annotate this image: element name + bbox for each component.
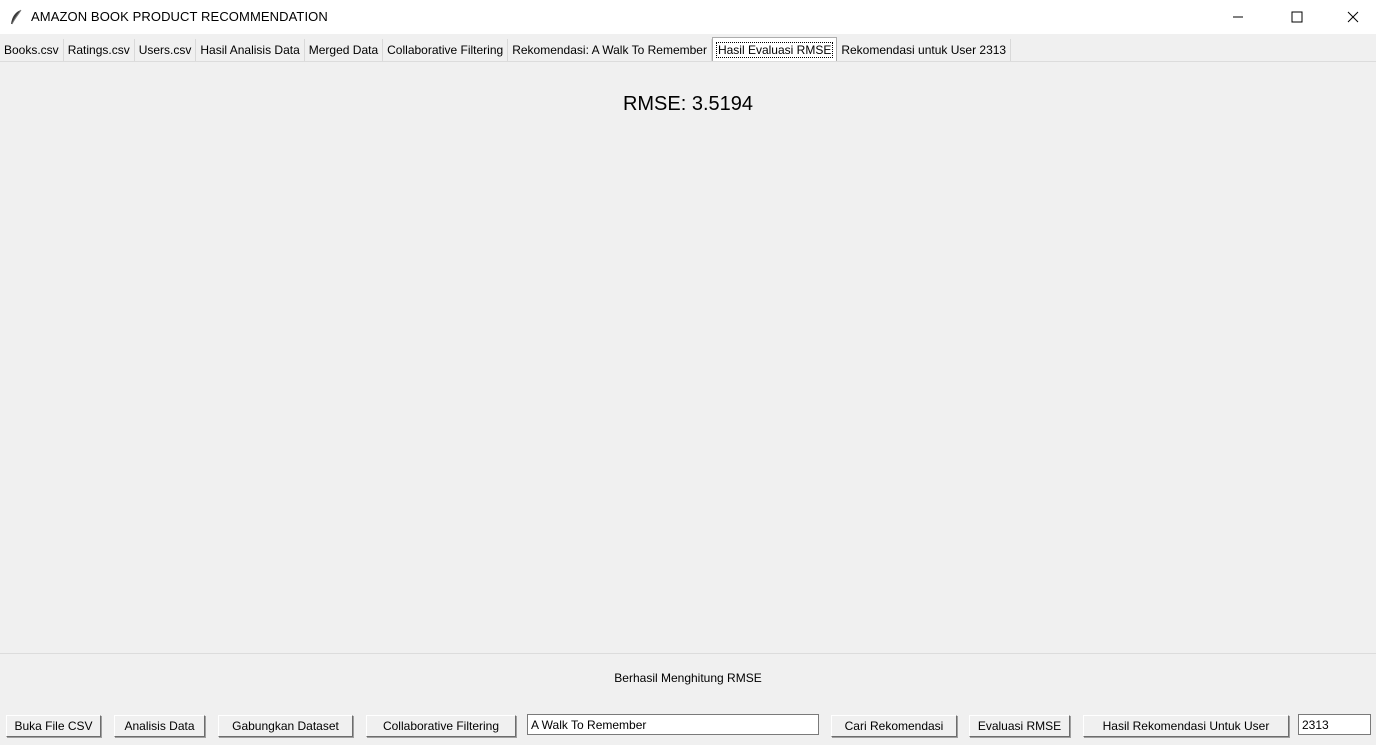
evaluate-rmse-button[interactable]: Evaluasi RMSE — [969, 715, 1070, 737]
close-button[interactable] — [1330, 0, 1376, 34]
tab-label: Merged Data — [308, 43, 379, 57]
notebook-tabs: Books.csv Ratings.csv Users.csv Hasil An… — [0, 37, 1012, 61]
tab-merged-data[interactable]: Merged Data — [304, 39, 384, 61]
tab-rekomendasi-user[interactable]: Rekomendasi untuk User 2313 — [837, 39, 1012, 61]
user-recommendation-results-button[interactable]: Hasil Rekomendasi Untuk User — [1083, 715, 1289, 737]
tab-label: Users.csv — [138, 43, 192, 57]
tab-label: Hasil Analisis Data — [200, 43, 300, 57]
analyze-data-button[interactable]: Analisis Data — [114, 715, 205, 737]
minimize-button[interactable] — [1215, 0, 1261, 34]
tab-panel: RMSE: 3.5194 — [0, 61, 1376, 654]
status-message: Berhasil Menghitung RMSE — [614, 671, 762, 685]
close-icon — [1347, 11, 1359, 23]
tab-books-csv[interactable]: Books.csv — [0, 39, 64, 61]
book-title-input[interactable]: A Walk To Remember — [527, 714, 819, 735]
tab-label: Rekomendasi: A Walk To Remember — [512, 43, 707, 57]
find-recommendation-button[interactable]: Cari Rekomendasi — [831, 715, 957, 737]
title-bar: AMAZON BOOK PRODUCT RECOMMENDATION — [0, 0, 1376, 34]
tab-hasil-analisis-data[interactable]: Hasil Analisis Data — [196, 39, 305, 61]
user-id-input[interactable]: 2313 — [1298, 714, 1371, 735]
maximize-button[interactable] — [1274, 0, 1320, 34]
tab-collaborative-filtering[interactable]: Collaborative Filtering — [383, 39, 509, 61]
tab-users-csv[interactable]: Users.csv — [134, 39, 197, 61]
tab-hasil-evaluasi-rmse[interactable]: Hasil Evaluasi RMSE — [711, 37, 838, 61]
minimize-icon — [1233, 16, 1243, 18]
tab-ratings-csv[interactable]: Ratings.csv — [63, 39, 135, 61]
tab-label: Books.csv — [4, 43, 59, 57]
rmse-result: RMSE: 3.5194 — [622, 93, 754, 115]
merge-dataset-button[interactable]: Gabungkan Dataset — [218, 715, 353, 737]
tab-label: Hasil Evaluasi RMSE — [715, 41, 834, 58]
open-csv-button[interactable]: Buka File CSV — [6, 715, 101, 737]
feather-icon — [9, 9, 23, 25]
tab-rekomendasi-book[interactable]: Rekomendasi: A Walk To Remember — [508, 39, 712, 61]
tab-label: Ratings.csv — [67, 43, 130, 57]
tab-label: Rekomendasi untuk User 2313 — [841, 43, 1007, 57]
collaborative-filtering-button[interactable]: Collaborative Filtering — [366, 715, 516, 737]
tab-label: Collaborative Filtering — [387, 43, 504, 57]
maximize-icon — [1291, 11, 1303, 23]
window-title: AMAZON BOOK PRODUCT RECOMMENDATION — [31, 9, 328, 24]
